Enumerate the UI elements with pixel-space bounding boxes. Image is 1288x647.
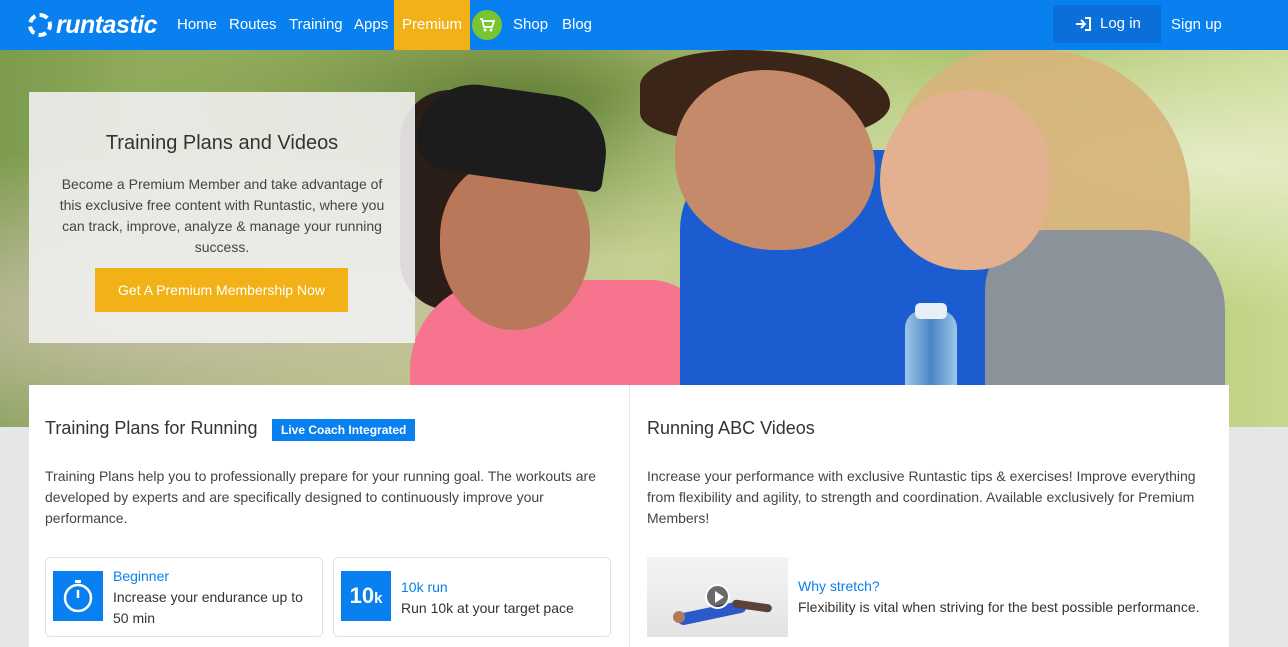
video-title-link[interactable]: Why stretch?: [798, 578, 880, 594]
nav-blog[interactable]: Blog: [562, 0, 592, 50]
promo-text: Become a Premium Member and take advanta…: [59, 176, 385, 255]
premium-membership-button[interactable]: Get A Premium Membership Now: [95, 268, 348, 312]
running-abc-text: Increase your performance with exclusive…: [647, 468, 1196, 526]
10k-icon-number: 10: [349, 583, 375, 608]
card-title: 10k run: [401, 579, 448, 595]
nav-shop[interactable]: Shop: [513, 0, 548, 50]
nav-home[interactable]: Home: [177, 0, 217, 50]
login-label: Log in: [1100, 15, 1141, 32]
beginner-plan-card[interactable]: Beginner Increase your endurance up to 5…: [45, 557, 323, 637]
play-icon[interactable]: [705, 584, 730, 609]
water-bottle-cap: [915, 303, 947, 319]
sign-in-icon: [1076, 17, 1091, 31]
login-button[interactable]: Log in: [1053, 5, 1161, 43]
signup-link[interactable]: Sign up: [1171, 0, 1222, 50]
nav-premium[interactable]: Premium: [394, 0, 471, 50]
video-desc: Flexibility is vital when striving for t…: [798, 599, 1200, 615]
stretching-figure-head: [673, 611, 685, 623]
shopping-cart-icon[interactable]: [472, 10, 502, 40]
card-desc: Increase your endurance up to 50 min: [113, 589, 303, 626]
card-desc: Run 10k at your target pace: [401, 600, 574, 616]
10k-icon-unit: k: [374, 590, 383, 607]
nav-training[interactable]: Training: [289, 0, 343, 50]
nav-routes[interactable]: Routes: [229, 0, 277, 50]
nav-apps[interactable]: Apps: [354, 0, 388, 50]
runtastic-logo[interactable]: runtastic: [28, 10, 158, 39]
promo-title: Training Plans and Videos: [105, 132, 339, 154]
video-thumbnail[interactable]: [647, 557, 788, 637]
logo-text: runtastic: [56, 10, 158, 39]
10k-icon: 10k: [341, 571, 391, 621]
running-abc-panel: Running ABC Videos Increase your perform…: [630, 385, 1229, 647]
premium-promo-box: Training Plans and Videos Become a Premi…: [29, 92, 415, 343]
hero-photo-face-right: [880, 90, 1050, 270]
card-title: Beginner: [113, 568, 170, 584]
running-abc-title: Running ABC Videos: [647, 418, 815, 438]
top-navbar: runtastic Home Routes Training Apps Prem…: [0, 0, 1288, 50]
live-coach-badge: Live Coach Integrated: [272, 419, 416, 441]
training-plans-panel: Training Plans for Running Live Coach In…: [29, 385, 629, 647]
10k-run-plan-card[interactable]: 10k 10k run Run 10k at your target pace: [333, 557, 611, 637]
logo-ring-icon: [28, 13, 52, 37]
training-plans-text: Training Plans help you to professionall…: [45, 468, 596, 526]
training-plans-title: Training Plans for Running: [45, 418, 258, 438]
stopwatch-icon: [53, 571, 103, 621]
